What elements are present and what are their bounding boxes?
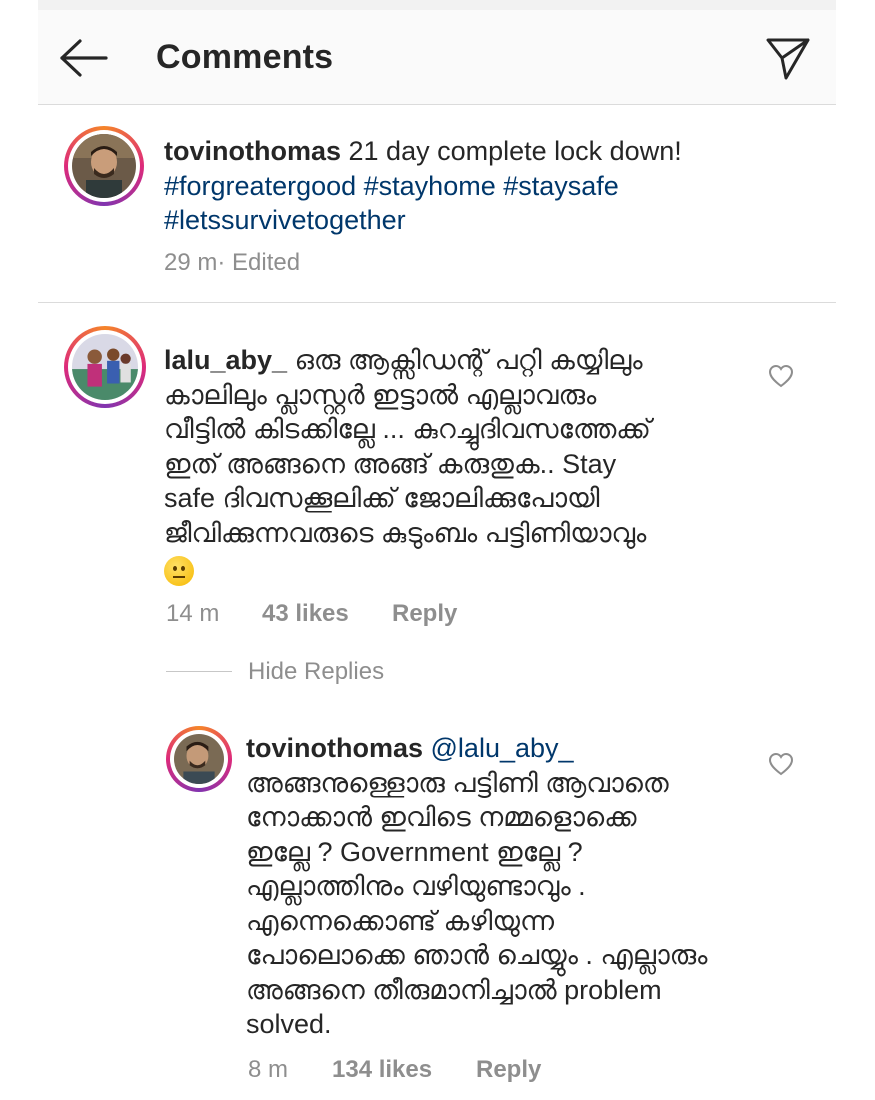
reply-author-avatar[interactable] <box>166 726 232 792</box>
reply-meta: 8 m 134 likes Reply <box>248 1056 541 1084</box>
reply-line: എല്ലാത്തിനും വഴിയുണ്ടാവും . <box>246 871 586 901</box>
reply-likes[interactable]: 134 likes <box>332 1056 476 1084</box>
comments-screen: Comments tovinothomas 21 day complete lo… <box>38 10 836 1100</box>
app-frame: Comments tovinothomas 21 day complete lo… <box>0 0 875 1100</box>
post-caption-text: 21 day complete lock down! <box>341 136 682 166</box>
reply-mention[interactable]: @lalu_aby_ <box>423 733 574 763</box>
comment-line: safe ദിവസക്കൂലിക്ക് ജോലിക്കുപോയി <box>164 483 600 513</box>
comment-reply-button[interactable]: Reply <box>392 600 457 628</box>
comment-username[interactable]: lalu_aby_ <box>164 345 287 375</box>
hashtags-line-1[interactable]: #forgreatergood #stayhome #staysafe <box>164 171 619 201</box>
post-meta: 29 m · Edited <box>164 249 300 277</box>
reply-reply-button[interactable]: Reply <box>476 1056 541 1084</box>
like-heart-icon[interactable] <box>768 364 794 388</box>
like-heart-icon[interactable] <box>768 752 794 776</box>
neutral-face-emoji-icon <box>164 555 194 586</box>
page-title: Comments <box>156 38 334 76</box>
commenter-avatar[interactable] <box>64 326 146 408</box>
status-bar-strip <box>38 0 836 10</box>
reply-line: അങ്ങനെ തീരുമാനിച്ചാൽ problem <box>246 974 662 1005</box>
comment-line: ജീവിക്കുന്നവരുടെ കുടുംബം പട്ടിണിയാവും <box>164 517 647 548</box>
post-caption: tovinothomas 21 day complete lock down! … <box>164 134 804 238</box>
comment-line: ഒരു ആക്സിഡന്റ് പറ്റി കയ്യിലും <box>287 345 643 375</box>
post-author-avatar[interactable] <box>64 126 144 206</box>
reply-time: 8 m <box>248 1056 289 1083</box>
direct-send-icon[interactable] <box>764 34 812 82</box>
hide-replies-line <box>166 671 232 672</box>
reply-body: tovinothomas @lalu_aby_ അങ്ങനുള്ളൊരു പട്… <box>246 731 766 1042</box>
reply-line: അങ്ങനുള്ളൊരു പട്ടിണി ആവാതെ <box>246 767 669 798</box>
comment-line: കാലിലും പ്ലാസ്റ്റർ ഇട്ടാൽ എല്ലാവരും <box>164 379 597 410</box>
reply-line: എന്നെക്കൊണ്ട് കഴിയുന്ന <box>246 905 555 936</box>
hide-replies-button[interactable]: Hide Replies <box>248 658 384 686</box>
post-edited: · Edited <box>217 249 301 276</box>
reply-line: solved. <box>246 1009 332 1039</box>
comment-time: 14 m <box>166 600 220 627</box>
comment-likes[interactable]: 43 likes <box>262 600 392 628</box>
caption-divider <box>38 302 836 303</box>
post-time: 29 m <box>164 249 218 276</box>
hashtags-line-2[interactable]: #letssurvivetogether <box>164 205 406 235</box>
reply-line: ഇല്ലേ ? Government ഇല്ലേ ? <box>246 836 583 867</box>
comment-line: വീട്ടിൽ കിടക്കില്ലേ ... കുറച്ചുദിവസത്തേക… <box>164 414 651 444</box>
reply-username[interactable]: tovinothomas <box>246 733 423 763</box>
comment-body: lalu_aby_ ഒരു ആക്സിഡന്റ് പറ്റി കയ്യിലും … <box>164 343 764 586</box>
avatar-photo <box>174 734 224 784</box>
comment-line: ഇത് അങ്ങനെ അങ്ങ് കരുതുക.. Stay <box>164 448 617 479</box>
reply-line: നോക്കാൻ ഇവിടെ നമ്മളൊക്കെ <box>246 802 637 832</box>
avatar-photo <box>72 334 138 400</box>
avatar-photo <box>72 134 136 198</box>
back-arrow-icon[interactable] <box>58 38 110 78</box>
header-bar: Comments <box>38 10 836 105</box>
reply-line: പോലൊക്കെ ഞാൻ ചെയ്യും . എല്ലാരും <box>246 940 708 970</box>
post-username[interactable]: tovinothomas <box>164 136 341 166</box>
comment-meta: 14 m 43 likes Reply <box>166 600 457 628</box>
